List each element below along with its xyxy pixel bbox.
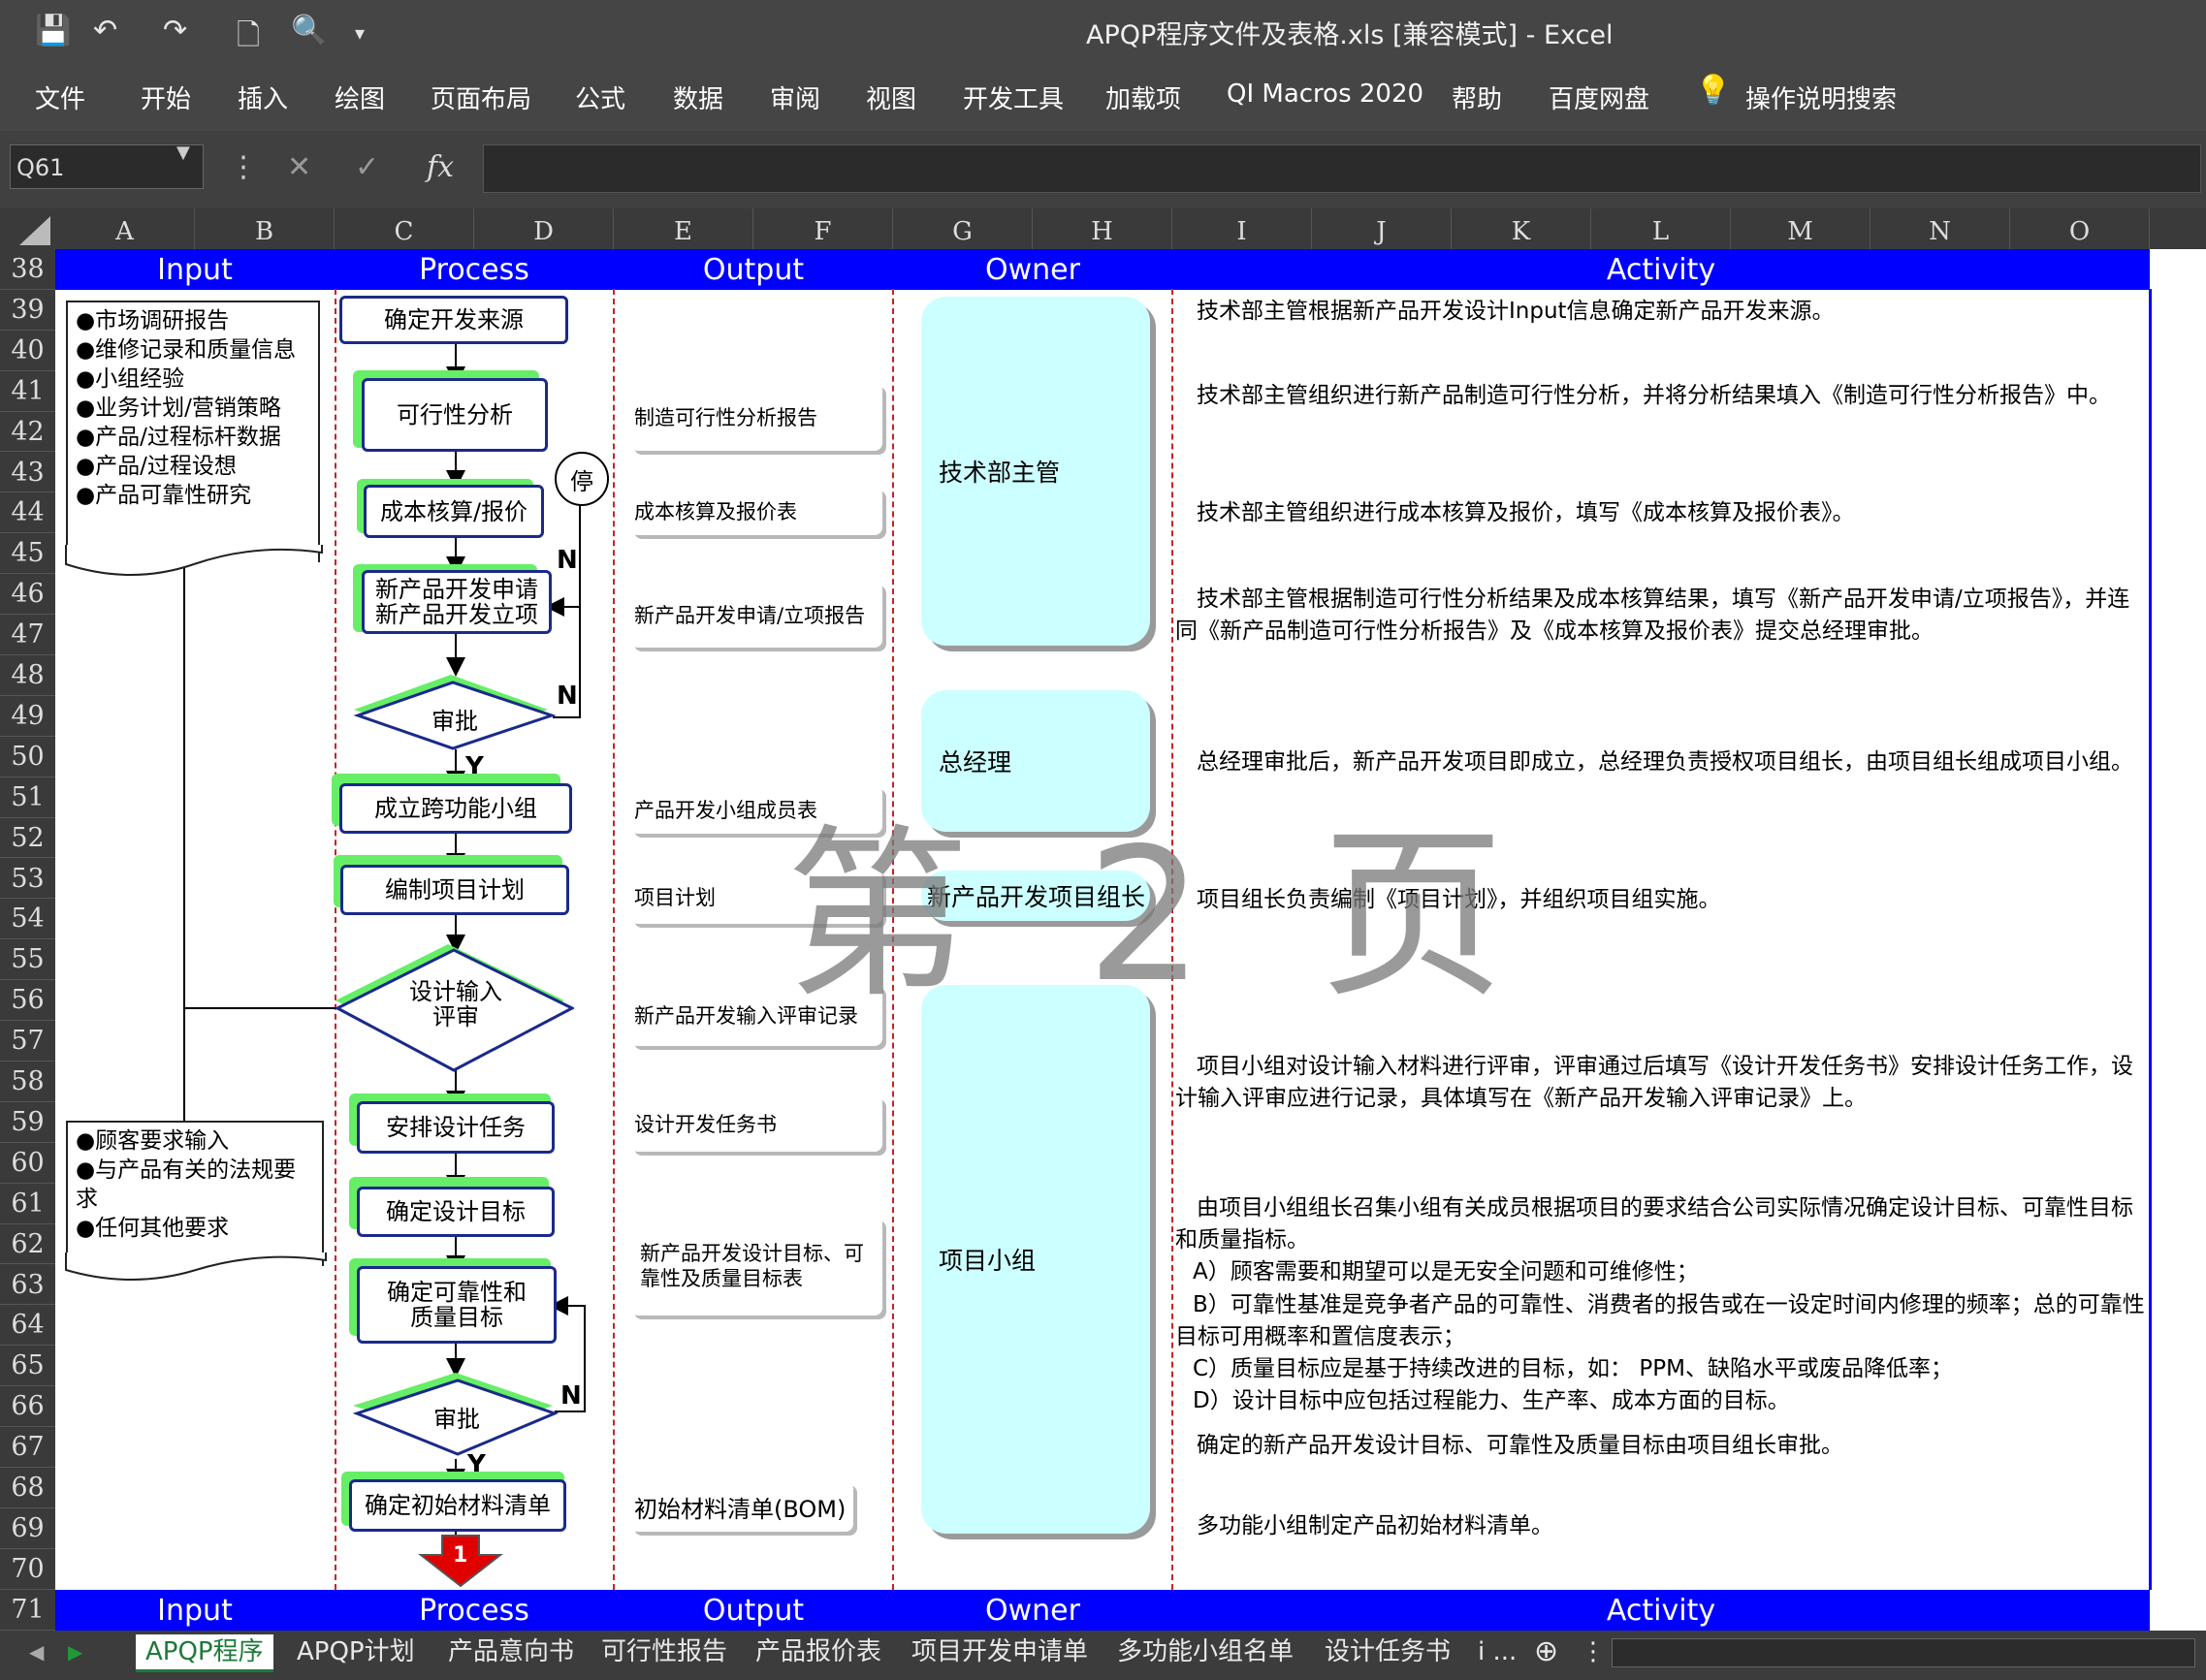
- input-item: ●产品/过程设想: [76, 454, 237, 479]
- process-box[interactable]: 编制项目计划: [340, 865, 569, 915]
- output-document: 成本核算及报价表: [630, 487, 882, 535]
- process-box[interactable]: 安排设计任务: [357, 1101, 555, 1154]
- process-box[interactable]: 可行性分析: [362, 378, 548, 452]
- input-item: ●市场调研报告: [76, 308, 230, 333]
- scroll-left-icon[interactable]: ◀: [29, 1634, 44, 1669]
- output-document: 设计开发任务书: [630, 1095, 882, 1152]
- activity-text: D）设计目标中应包括过程能力、生产率、成本方面的目标。: [1193, 1388, 1790, 1413]
- input-document-1: ●市场调研报告 ●维修记录和质量信息 ●小组经验 ●业务计划/营销策略 ●产品/…: [66, 301, 320, 562]
- add-sheet-icon[interactable]: ⊕: [1534, 1634, 1558, 1669]
- decision-label: 设计输入 评审: [407, 979, 504, 1030]
- activity-text: 技术部主管根据新产品开发设计Input信息确定新产品开发来源。: [1197, 299, 1835, 324]
- output-document: 初始材料清单(BOM): [630, 1481, 853, 1532]
- process-label: 确定可靠性和: [387, 1279, 527, 1306]
- document-wave: [65, 545, 323, 576]
- sheet-tab[interactable]: APQP计划: [297, 1634, 415, 1669]
- sheet-tab-bar: ◀ ▶ APQP程序 APQP计划 产品意向书 可行性报告 产品报价表 项目开发…: [0, 1631, 2206, 1680]
- no-label: N: [560, 1381, 582, 1411]
- stop-terminator[interactable]: 停: [555, 452, 609, 506]
- input-item: ●维修记录和质量信息: [76, 337, 297, 363]
- sheet-tab[interactable]: 项目开发申请单: [911, 1634, 1088, 1669]
- no-label: N: [557, 546, 578, 575]
- sheet-tab[interactable]: 设计任务书: [1325, 1634, 1451, 1669]
- process-box[interactable]: 成立跨功能小组: [339, 783, 572, 834]
- activity-text: 项目小组对设计输入材料进行评审，评审通过后填写《设计开发任务书》安排设计任务工作…: [1175, 1054, 2133, 1111]
- activity-text: 技术部主管组织进行成本核算及报价，填写《成本核算及报价表》。: [1197, 500, 1855, 525]
- owner-lane: 项目小组: [921, 985, 1150, 1534]
- process-box[interactable]: 确定开发来源: [339, 296, 568, 344]
- process-label: 质量目标: [410, 1304, 503, 1331]
- sheet-tab[interactable]: 可行性报告: [601, 1634, 727, 1669]
- sheet-tab[interactable]: 产品意向书: [448, 1634, 574, 1669]
- output-document: 制造可行性分析报告: [630, 383, 882, 451]
- input-item: ●产品可靠性研究: [76, 483, 252, 508]
- document-wave: [65, 1252, 327, 1281]
- sheet-tab[interactable]: 多功能小组名单: [1117, 1634, 1294, 1669]
- activity-text: 技术部主管组织进行新产品制造可行性分析，并将分析结果填入《制造可行性分析报告》中…: [1197, 383, 2111, 408]
- input-item: ●顾客要求输入: [76, 1128, 230, 1154]
- input-item: ●产品/过程标杆数据: [76, 425, 281, 450]
- decision-line: 设计输入: [409, 978, 502, 1005]
- input-item: ●业务计划/营销策略: [76, 396, 281, 421]
- decision-line: 评审: [432, 1003, 479, 1030]
- page-watermark: 第 2 页: [785, 808, 1534, 1023]
- owner-lane: 技术部主管: [921, 297, 1150, 646]
- decision-label: 审批: [433, 1406, 480, 1433]
- output-document: 新产品开发设计目标、可靠性及质量目标表: [630, 1217, 882, 1315]
- process-label: 新产品开发立项: [375, 601, 538, 628]
- input-item: 求: [76, 1187, 98, 1212]
- process-box[interactable]: 成本核算/报价: [364, 485, 544, 538]
- output-document: 新产品开发申请/立项报告: [630, 582, 882, 648]
- activity-text: 技术部主管根据制造可行性分析结果及成本核算结果，填写《新产品开发申请/立项报告》…: [1175, 586, 2130, 644]
- activity-text: C）质量目标应是基于持续改进的目标，如： PPM、缺陷水平或废品降低率；: [1193, 1356, 1953, 1381]
- activity-text: 多功能小组制定产品初始材料清单。: [1197, 1513, 1553, 1538]
- input-document-2: ●顾客要求输入 ●与产品有关的法规要 求 ●任何其他要求: [66, 1121, 324, 1266]
- no-label: N: [557, 682, 578, 711]
- process-box[interactable]: 确定设计目标: [357, 1187, 555, 1237]
- activity-text: 确定的新产品开发设计目标、可靠性及质量目标由项目组长审批。: [1197, 1433, 1843, 1458]
- activity-text: B）可靠性基准是竞争者产品的可靠性、消费者的报告或在一设定时间内修理的频率；总的…: [1175, 1292, 2145, 1349]
- activity-text: A）顾客需要和期望可以是无安全问题和可维修性；: [1193, 1259, 1699, 1284]
- sheet-tab[interactable]: 产品报价表: [755, 1634, 881, 1669]
- more-options-icon[interactable]: ⋮: [1581, 1634, 1606, 1669]
- process-label: 新产品开发申请: [375, 576, 538, 603]
- process-box-application[interactable]: 新产品开发申请 新产品开发立项: [362, 570, 552, 634]
- input-item: ●任何其他要求: [76, 1216, 230, 1241]
- input-item: ●小组经验: [76, 366, 185, 392]
- horizontal-scrollbar[interactable]: [1612, 1638, 2195, 1667]
- input-item: ●与产品有关的法规要: [76, 1157, 297, 1183]
- scroll-right-icon[interactable]: ▶: [68, 1634, 82, 1669]
- sheet-tab-more[interactable]: i ...: [1478, 1634, 1517, 1669]
- sheet-tab-apqp-procedure[interactable]: APQP程序: [136, 1634, 273, 1672]
- offpage-number: 1: [453, 1543, 468, 1568]
- process-box-targets[interactable]: 确定可靠性和 质量目标: [357, 1266, 557, 1344]
- process-box[interactable]: 确定初始材料清单: [349, 1479, 566, 1532]
- activity-text: 由项目小组组长召集小组有关成员根据项目的要求结合公司实际情况确定设计目标、可靠性…: [1175, 1195, 2133, 1252]
- decision-label: 审批: [432, 708, 478, 735]
